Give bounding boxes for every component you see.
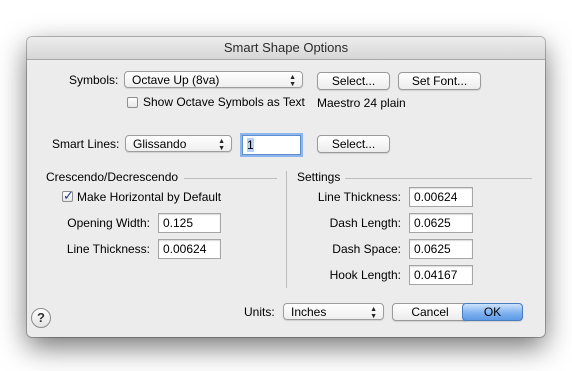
units-popup-value: Inches <box>291 305 327 319</box>
symbols-popup[interactable]: Octave Up (8va) ▲ ▼ <box>124 71 303 88</box>
dash-length-field[interactable]: 0.0625 <box>409 213 473 233</box>
symbols-popup-value: Octave Up (8va) <box>132 73 220 87</box>
units-popup[interactable]: Inches ▲ ▼ <box>283 303 384 320</box>
dialog-title: Smart Shape Options <box>27 37 545 60</box>
settings-group-title: Settings <box>297 170 341 184</box>
checkmark-icon: ✓ <box>63 188 74 203</box>
help-icon: ? <box>37 310 45 325</box>
help-button[interactable]: ? <box>31 308 51 328</box>
popup-arrows-icon: ▲ ▼ <box>218 138 225 152</box>
cancel-button[interactable]: Cancel <box>392 303 468 321</box>
smart-lines-number-value: 1 <box>247 138 254 152</box>
smart-lines-number-field[interactable]: 1 <box>242 135 301 155</box>
dash-space-label: Dash Space: <box>332 242 401 256</box>
smart-lines-popup-value: Glissando <box>133 137 187 151</box>
settings-line-thickness-field[interactable]: 0.00624 <box>409 187 473 207</box>
dash-length-label: Dash Length: <box>329 216 401 230</box>
group-separator <box>286 171 287 288</box>
crescendo-line-thickness-label: Line Thickness: <box>66 242 150 256</box>
hook-length-label: Hook Length: <box>329 268 401 282</box>
make-horizontal-label: Make Horizontal by Default <box>77 190 222 204</box>
popup-arrows-icon: ▲ ▼ <box>289 74 296 88</box>
popup-arrows-icon: ▲ ▼ <box>370 306 377 320</box>
smart-lines-popup[interactable]: Glissando ▲ ▼ <box>125 135 232 152</box>
show-octave-text-label: Show Octave Symbols as Text <box>143 95 305 109</box>
symbols-label: Symbols: <box>69 73 119 87</box>
dash-space-field[interactable]: 0.0625 <box>409 239 473 259</box>
units-label: Units: <box>244 305 275 319</box>
settings-line-thickness-label: Line Thickness: <box>317 190 401 204</box>
font-info-text: Maestro 24 plain <box>317 96 406 110</box>
opening-width-field[interactable]: 0.125 <box>158 213 221 233</box>
crescendo-group-title: Crescendo/Decrescendo <box>46 170 179 184</box>
smart-shape-options-dialog: Smart Shape Options Symbols: Octave Up (… <box>27 37 545 337</box>
crescendo-divider <box>184 178 277 179</box>
symbols-select-button[interactable]: Select... <box>317 72 390 90</box>
smart-lines-select-button[interactable]: Select... <box>317 135 390 153</box>
make-horizontal-checkbox[interactable]: ✓ <box>62 188 74 203</box>
opening-width-label: Opening Width: <box>67 216 150 230</box>
ok-button[interactable]: OK <box>462 303 523 321</box>
show-octave-text-checkbox[interactable] <box>127 97 138 108</box>
crescendo-line-thickness-field[interactable]: 0.00624 <box>158 239 221 259</box>
set-font-button[interactable]: Set Font... <box>398 72 481 90</box>
smart-lines-label: Smart Lines: <box>52 137 120 151</box>
hook-length-field[interactable]: 0.04167 <box>409 265 473 285</box>
settings-divider <box>345 178 532 179</box>
